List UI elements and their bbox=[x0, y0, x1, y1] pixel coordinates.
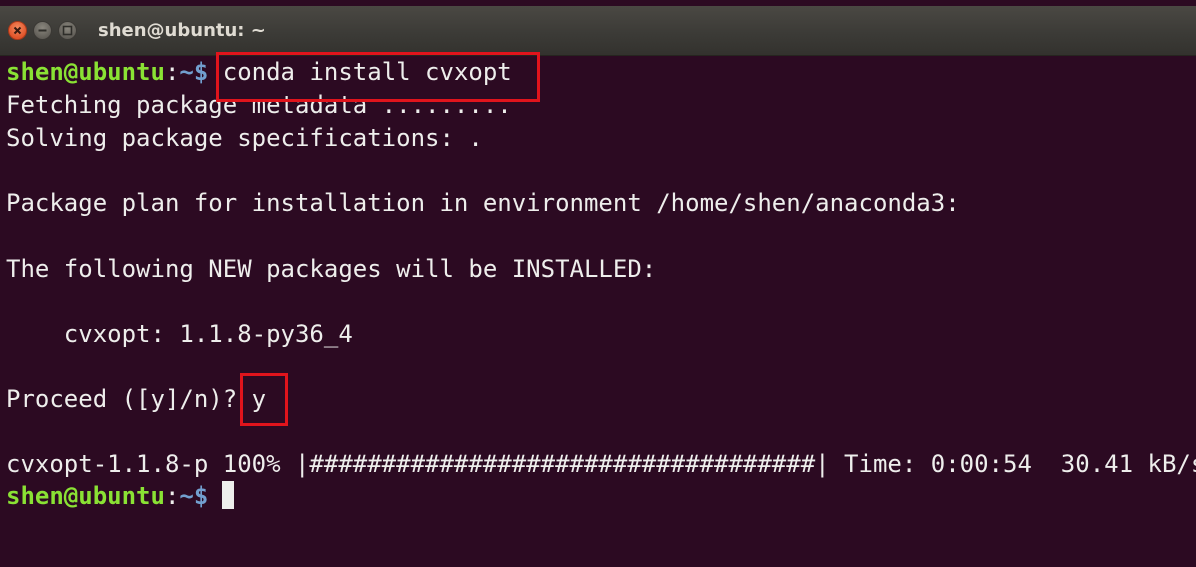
proceed-prompt-line: Proceed ([y]/n)? y bbox=[6, 383, 266, 415]
text-cursor bbox=[222, 481, 235, 509]
prompt-line: shen@ubuntu:~$ bbox=[6, 480, 235, 512]
minimize-button[interactable] bbox=[33, 21, 52, 40]
prompt-path: ~$ bbox=[179, 482, 209, 510]
output-line-fetching: Fetching package metadata ......... bbox=[6, 91, 512, 119]
command-line: shen@ubuntu:~$ conda install cvxopt bbox=[6, 56, 512, 88]
command-text: conda install cvxopt bbox=[208, 58, 512, 86]
close-icon bbox=[13, 26, 22, 35]
window-title: shen@ubuntu: ~ bbox=[98, 20, 266, 41]
terminal-window: shen@ubuntu: ~ shen@ubuntu:~$ conda inst… bbox=[0, 0, 1196, 567]
output-line-package: cvxopt: 1.1.8-py36_4 bbox=[6, 320, 353, 348]
minimize-icon bbox=[38, 29, 47, 32]
close-button[interactable] bbox=[8, 21, 27, 40]
progress-line: cvxopt-1.1.8-p 100% |###################… bbox=[6, 450, 1196, 478]
title-bar[interactable]: shen@ubuntu: ~ bbox=[0, 6, 1196, 56]
output-line-solving: Solving package specifications: . bbox=[6, 124, 483, 152]
maximize-button[interactable] bbox=[58, 21, 77, 40]
prompt-user: shen@ubuntu bbox=[6, 58, 165, 86]
prompt-separator: : bbox=[164, 58, 180, 86]
maximize-icon bbox=[62, 25, 73, 36]
prompt-separator: : bbox=[164, 482, 180, 510]
prompt-user: shen@ubuntu bbox=[6, 482, 165, 510]
prompt-path: ~$ bbox=[179, 58, 209, 86]
output-line-new-packages: The following NEW packages will be INSTA… bbox=[6, 255, 657, 283]
output-line-plan: Package plan for installation in environ… bbox=[6, 189, 960, 217]
proceed-answer: y bbox=[237, 385, 267, 413]
proceed-question: Proceed ([y]/n)? bbox=[6, 385, 238, 413]
